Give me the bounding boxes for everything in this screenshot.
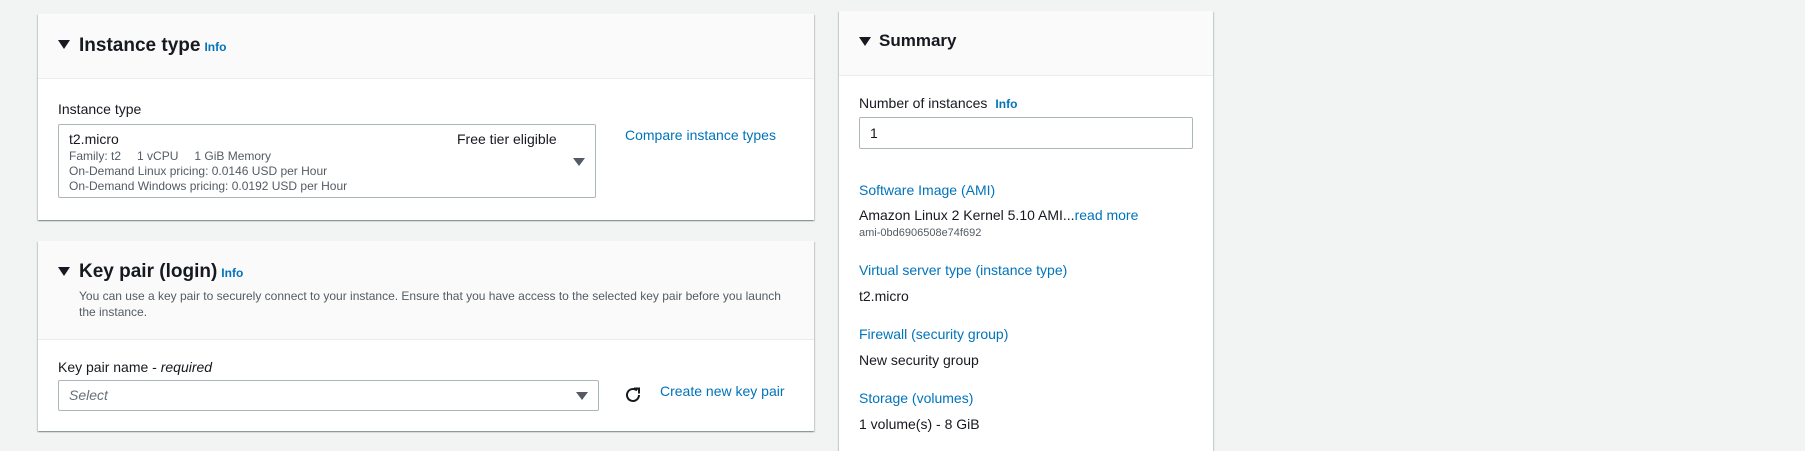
caret-down-icon[interactable] (859, 37, 871, 46)
instance-specs: Family: t2 1 vCPU 1 GiB Memory (69, 149, 271, 163)
key-pair-header[interactable]: Key pair (login) Info You can use a key p… (38, 241, 814, 340)
select-placeholder: Select (69, 387, 108, 403)
instance-type-panel: Instance type Info Instance type t2.micro… (38, 14, 814, 220)
refresh-icon[interactable] (623, 385, 643, 405)
instance-type-title: Instance type Info (79, 35, 227, 56)
linux-pricing: On-Demand Linux pricing: 0.0146 USD per … (69, 164, 328, 178)
server-type-value: t2.micro (859, 288, 909, 304)
required-marker: required (160, 359, 213, 375)
ami-value: Amazon Linux 2 Kernel 5.10 AMI...read mo… (859, 207, 1139, 223)
key-pair-title: Key pair (login) Info (79, 261, 244, 282)
summary-panel: Summary Number of instances Info 1 Softwa… (839, 11, 1213, 451)
compare-instance-types-link[interactable]: Compare instance types (625, 127, 776, 143)
create-key-pair-link[interactable]: Create new key pair (660, 383, 785, 399)
windows-pricing: On-Demand Windows pricing: 0.0192 USD pe… (69, 179, 348, 193)
chevron-down-icon[interactable] (576, 392, 588, 400)
num-instances-value: 1 (870, 125, 878, 141)
read-more-link[interactable]: read more (1075, 207, 1139, 223)
summary-title: Summary (879, 31, 957, 50)
instance-family: Family: t2 (69, 149, 122, 163)
ami-id: ami-0bd6906508e74f692 (859, 227, 982, 239)
server-type-link[interactable]: Virtual server type (instance type) (859, 262, 1067, 278)
instance-name: t2.micro (69, 131, 119, 147)
storage-value: 1 volume(s) - 8 GiB (859, 416, 980, 432)
num-instances-input[interactable]: 1 (859, 117, 1193, 149)
instance-vcpu: 1 vCPU (137, 149, 179, 163)
key-pair-panel: Key pair (login) Info You can use a key p… (38, 241, 814, 431)
instance-memory: 1 GiB Memory (194, 149, 272, 163)
summary-header[interactable]: Summary (839, 11, 1213, 76)
caret-down-icon[interactable] (58, 267, 70, 276)
ami-link[interactable]: Software Image (AMI) (859, 182, 995, 198)
firewall-link[interactable]: Firewall (security group) (859, 326, 1008, 342)
instance-type-header[interactable]: Instance type Info (38, 14, 814, 79)
key-pair-select[interactable]: Select (58, 380, 599, 411)
key-pair-description: You can use a key pair to securely conne… (79, 289, 781, 319)
instance-type-field-label: Instance type (58, 101, 142, 117)
info-link[interactable]: Info (221, 266, 243, 280)
info-link[interactable]: Info (995, 97, 1017, 111)
num-instances-label: Number of instances Info (859, 95, 1018, 111)
key-pair-field-label: Key pair name - required (58, 359, 213, 375)
info-link[interactable]: Info (204, 40, 226, 54)
caret-down-icon[interactable] (58, 40, 70, 49)
firewall-value: New security group (859, 352, 979, 368)
chevron-down-icon[interactable] (573, 158, 585, 166)
free-tier-badge: Free tier eligible (457, 131, 557, 147)
storage-link[interactable]: Storage (volumes) (859, 390, 973, 406)
instance-type-select[interactable]: t2.micro Free tier eligible Family: t2 1 … (58, 124, 596, 198)
